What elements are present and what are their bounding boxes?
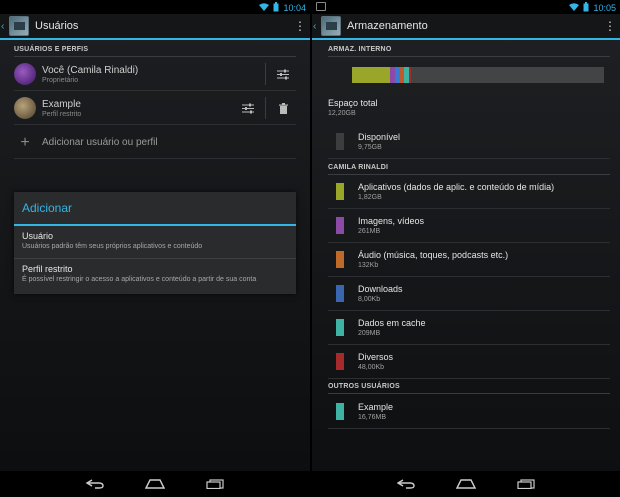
storage-label: Imagens, vídeos <box>358 216 425 226</box>
storage-value: 16,76MB <box>358 414 387 421</box>
battery-icon <box>583 2 589 14</box>
option-title: Usuário <box>22 231 54 241</box>
action-bar: ‹ Usuários ⋮ <box>0 14 310 40</box>
status-time: 10:04 <box>283 3 306 13</box>
back-nav-icon[interactable] <box>395 477 417 491</box>
add-dialog: Adicionar Usuário Usuários padrão têm se… <box>14 192 296 294</box>
usage-segment-5 <box>408 67 412 83</box>
color-swatch <box>336 183 344 200</box>
navigation-bar <box>312 471 620 497</box>
option-title: Perfil restrito <box>22 264 73 274</box>
color-swatch <box>336 285 344 302</box>
recent-apps-nav-icon[interactable] <box>204 477 226 491</box>
plus-icon: + <box>20 133 30 151</box>
avatar <box>14 63 36 85</box>
color-swatch <box>336 217 344 234</box>
avatar <box>14 97 36 119</box>
storage-row-images[interactable]: Imagens, vídeos 261MB <box>328 209 610 243</box>
storage-row-downloads[interactable]: Downloads 8,00Kb <box>328 277 610 311</box>
section-header-users: USUÁRIOS E PERFIS <box>14 46 296 57</box>
recent-apps-nav-icon[interactable] <box>515 477 537 491</box>
storage-row-other-user[interactable]: Example 16,76MB <box>328 395 610 429</box>
storage-label: Aplicativos (dados de aplic. e conteúdo … <box>358 182 555 192</box>
storage-row-audio[interactable]: Áudio (música, toques, podcasts etc.) 13… <box>328 243 610 277</box>
overflow-menu-icon[interactable]: ⋮ <box>600 20 620 32</box>
storage-value: 261MB <box>358 228 381 235</box>
notification-image-icon <box>316 2 326 11</box>
user-row-restricted[interactable]: Example Perfil restrito <box>14 92 296 125</box>
storage-value: 48,00Kb <box>358 364 385 371</box>
action-bar: ‹ Armazenamento ⋮ <box>312 14 620 40</box>
battery-icon <box>273 2 279 14</box>
storage-row-misc[interactable]: Diversos 48,00Kb <box>328 345 610 379</box>
color-swatch <box>336 353 344 370</box>
settings-sliders-icon[interactable] <box>235 95 261 121</box>
total-value: 12,20GB <box>328 110 356 117</box>
option-description: É possível restringir o acesso a aplicat… <box>22 276 257 283</box>
storage-usage-bar <box>352 67 604 83</box>
back-nav-icon[interactable] <box>84 477 106 491</box>
dialog-option-user[interactable]: Usuário Usuários padrão têm seus próprio… <box>14 226 296 259</box>
navigation-bar <box>0 471 310 497</box>
user-role: Perfil restrito <box>42 110 82 118</box>
home-nav-icon[interactable] <box>455 477 477 491</box>
storage-value: 209MB <box>358 330 381 337</box>
storage-label: Downloads <box>358 284 403 294</box>
storage-label: Dados em cache <box>358 318 426 328</box>
add-user-button[interactable]: + Adicionar usuário ou perfil <box>14 127 296 159</box>
wifi-icon <box>569 2 580 14</box>
trash-icon[interactable] <box>270 95 296 121</box>
status-bar: 10:04 <box>0 0 310 14</box>
wifi-icon <box>259 2 270 14</box>
storage-label: Diversos <box>358 352 394 362</box>
color-swatch <box>336 133 344 150</box>
section-header-internal: ARMAZ. INTERNO <box>328 46 610 57</box>
section-header-others: OUTROS USUÁRIOS <box>328 383 610 394</box>
status-bar: 10:05 <box>312 0 620 14</box>
back-chevron-icon[interactable]: ‹ <box>1 21 9 32</box>
usage-segment-0 <box>352 67 390 83</box>
color-swatch <box>336 403 344 420</box>
settings-app-icon[interactable] <box>9 16 29 36</box>
storage-label: Disponível <box>358 132 401 142</box>
user-name: Example <box>42 98 81 110</box>
dialog-title: Adicionar <box>14 192 296 226</box>
divider <box>265 63 266 85</box>
storage-row-apps[interactable]: Aplicativos (dados de aplic. e conteúdo … <box>328 175 610 209</box>
storage-label: Áudio (música, toques, podcasts etc.) <box>358 250 509 260</box>
color-swatch <box>336 319 344 336</box>
option-description: Usuários padrão têm seus próprios aplica… <box>22 243 203 250</box>
section-header-user: CAMILA RINALDI <box>328 164 610 175</box>
user-row-owner[interactable]: Você (Camila Rinaldi) Proprietário <box>14 58 296 91</box>
page-title: Usuários <box>35 20 79 32</box>
dialog-option-restricted-profile[interactable]: Perfil restrito É possível restringir o … <box>14 259 296 292</box>
overflow-menu-icon[interactable]: ⋮ <box>290 20 310 32</box>
page-title: Armazenamento <box>347 20 428 32</box>
users-screen: 10:04 ‹ Usuários ⋮ USUÁRIOS E PERFIS Voc… <box>0 0 310 497</box>
storage-row-cache[interactable]: Dados em cache 209MB <box>328 311 610 345</box>
divider <box>265 97 266 119</box>
status-time: 10:05 <box>593 3 616 13</box>
storage-value: 1,82GB <box>358 194 382 201</box>
storage-value: 9,75GB <box>358 144 382 151</box>
back-chevron-icon[interactable]: ‹ <box>313 21 321 32</box>
add-user-label: Adicionar usuário ou perfil <box>42 137 158 148</box>
color-swatch <box>336 251 344 268</box>
user-role: Proprietário <box>42 76 79 84</box>
settings-sliders-icon[interactable] <box>270 61 296 87</box>
home-nav-icon[interactable] <box>144 477 166 491</box>
settings-app-icon[interactable] <box>321 16 341 36</box>
storage-label: Example <box>358 402 394 412</box>
storage-value: 8,00Kb <box>358 296 381 303</box>
total-space: Espaço total 12,20GB <box>328 98 378 117</box>
total-label: Espaço total <box>328 98 378 108</box>
storage-screen: 10:05 ‹ Armazenamento ⋮ ARMAZ. INTERNO E… <box>312 0 620 497</box>
user-name: Você (Camila Rinaldi) <box>42 64 139 76</box>
storage-row-available[interactable]: Disponível 9,75GB <box>328 125 610 159</box>
storage-value: 132Kb <box>358 262 379 269</box>
